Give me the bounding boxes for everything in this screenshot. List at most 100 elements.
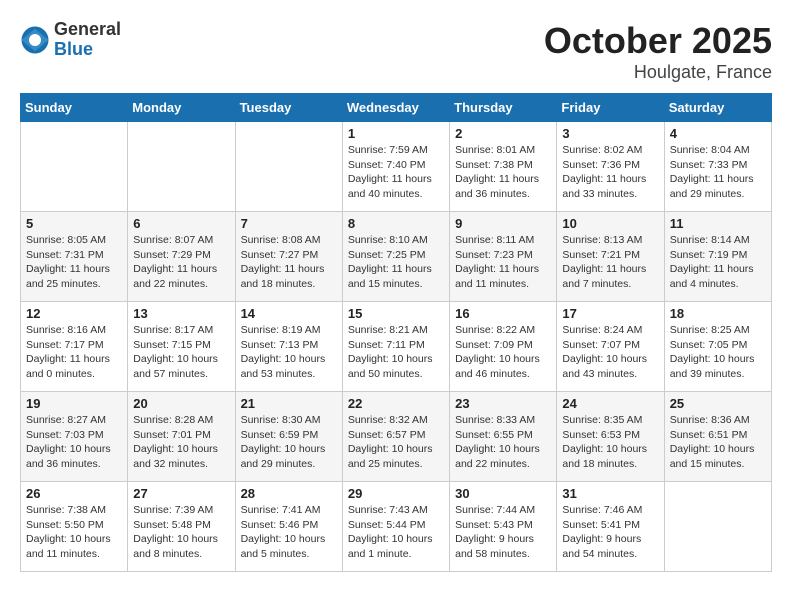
calendar-header-sunday: Sunday [21,94,128,122]
calendar-header-wednesday: Wednesday [342,94,449,122]
page-header: General Blue October 2025 Houlgate, Fran… [20,20,772,83]
calendar-header-friday: Friday [557,94,664,122]
day-info: Sunrise: 8:19 AMSunset: 7:13 PMDaylight:… [241,323,337,382]
calendar-cell: 14Sunrise: 8:19 AMSunset: 7:13 PMDayligh… [235,302,342,392]
day-number: 27 [133,486,229,501]
day-number: 20 [133,396,229,411]
day-number: 26 [26,486,122,501]
calendar-cell: 1 Sunrise: 7:59 AMSunset: 7:40 PMDaylight… [342,122,449,212]
calendar-cell [235,122,342,212]
calendar-cell: 21Sunrise: 8:30 AMSunset: 6:59 PMDayligh… [235,392,342,482]
page-title: October 2025 [544,20,772,62]
day-info: Sunrise: 8:24 AMSunset: 7:07 PMDaylight:… [562,323,658,382]
calendar-cell: 28 Sunrise: 7:41 AMSunset: 5:46 PMDayligh… [235,482,342,572]
day-info: Sunrise: 8:08 AMSunset: 7:27 PMDaylight:… [241,233,337,292]
calendar-week-4: 19 Sunrise: 8:27 AMSunset: 7:03 PMDayligh… [21,392,772,482]
calendar-cell: 20Sunrise: 8:28 AMSunset: 7:01 PMDayligh… [128,392,235,482]
day-info: Sunrise: 8:14 AMSunset: 7:19 PMDaylight:… [670,233,766,292]
calendar-cell: 22 Sunrise: 8:32 AMSunset: 6:57 PMDayligh… [342,392,449,482]
logo-blue: Blue [54,40,121,60]
day-number: 29 [348,486,444,501]
calendar-header-saturday: Saturday [664,94,771,122]
day-number: 5 [26,216,122,231]
day-info: Sunrise: 8:10 AMSunset: 7:25 PMDaylight:… [348,233,444,292]
calendar-cell: 29Sunrise: 7:43 AMSunset: 5:44 PMDayligh… [342,482,449,572]
calendar-cell: 2Sunrise: 8:01 AMSunset: 7:38 PMDaylight… [450,122,557,212]
calendar-week-3: 12Sunrise: 8:16 AMSunset: 7:17 PMDayligh… [21,302,772,392]
logo-text: General Blue [54,20,121,60]
day-number: 17 [562,306,658,321]
calendar-week-1: 1 Sunrise: 7:59 AMSunset: 7:40 PMDaylight… [21,122,772,212]
day-number: 8 [348,216,444,231]
day-number: 3 [562,126,658,141]
calendar-cell [21,122,128,212]
calendar-cell: 24Sunrise: 8:35 AMSunset: 6:53 PMDayligh… [557,392,664,482]
day-info: Sunrise: 8:27 AMSunset: 7:03 PMDaylight:… [26,413,122,472]
day-number: 6 [133,216,229,231]
calendar-cell: 16Sunrise: 8:22 AMSunset: 7:09 PMDayligh… [450,302,557,392]
day-number: 22 [348,396,444,411]
calendar-cell: 13Sunrise: 8:17 AMSunset: 7:15 PMDayligh… [128,302,235,392]
day-info: Sunrise: 8:17 AMSunset: 7:15 PMDaylight:… [133,323,229,382]
day-number: 15 [348,306,444,321]
calendar-cell [128,122,235,212]
day-info: Sunrise: 8:16 AMSunset: 7:17 PMDaylight:… [26,323,122,382]
calendar-header-thursday: Thursday [450,94,557,122]
day-number: 9 [455,216,551,231]
day-number: 31 [562,486,658,501]
day-info: Sunrise: 8:32 AMSunset: 6:57 PMDaylight:… [348,413,444,472]
day-info: Sunrise: 7:41 AMSunset: 5:46 PMDaylight:… [241,503,337,562]
day-number: 11 [670,216,766,231]
day-info: Sunrise: 8:07 AMSunset: 7:29 PMDaylight:… [133,233,229,292]
calendar-cell: 4Sunrise: 8:04 AMSunset: 7:33 PMDaylight… [664,122,771,212]
calendar-cell: 11 Sunrise: 8:14 AMSunset: 7:19 PMDayligh… [664,212,771,302]
day-info: Sunrise: 8:21 AMSunset: 7:11 PMDaylight:… [348,323,444,382]
day-info: Sunrise: 7:39 AMSunset: 5:48 PMDaylight:… [133,503,229,562]
day-number: 4 [670,126,766,141]
calendar-cell: 17 Sunrise: 8:24 AMSunset: 7:07 PMDayligh… [557,302,664,392]
day-info: Sunrise: 8:36 AMSunset: 6:51 PMDaylight:… [670,413,766,472]
calendar-cell: 25Sunrise: 8:36 AMSunset: 6:51 PMDayligh… [664,392,771,482]
logo-general: General [54,20,121,40]
day-info: Sunrise: 8:30 AMSunset: 6:59 PMDaylight:… [241,413,337,472]
calendar-cell: 23 Sunrise: 8:33 AMSunset: 6:55 PMDayligh… [450,392,557,482]
day-info: Sunrise: 7:59 AMSunset: 7:40 PMDaylight:… [348,143,444,202]
day-info: Sunrise: 8:11 AMSunset: 7:23 PMDaylight:… [455,233,551,292]
calendar-cell: 8 Sunrise: 8:10 AMSunset: 7:25 PMDaylight… [342,212,449,302]
day-number: 7 [241,216,337,231]
calendar-header-tuesday: Tuesday [235,94,342,122]
day-info: Sunrise: 8:05 AMSunset: 7:31 PMDaylight:… [26,233,122,292]
calendar-cell: 9 Sunrise: 8:11 AMSunset: 7:23 PMDaylight… [450,212,557,302]
day-number: 10 [562,216,658,231]
calendar-cell: 3Sunrise: 8:02 AMSunset: 7:36 PMDaylight… [557,122,664,212]
calendar-header-monday: Monday [128,94,235,122]
calendar-cell: 19 Sunrise: 8:27 AMSunset: 7:03 PMDayligh… [21,392,128,482]
day-number: 28 [241,486,337,501]
logo-icon [20,25,50,55]
day-number: 23 [455,396,551,411]
calendar-cell: 6 Sunrise: 8:07 AMSunset: 7:29 PMDaylight… [128,212,235,302]
title-block: October 2025 Houlgate, France [544,20,772,83]
day-info: Sunrise: 7:44 AMSunset: 5:43 PMDaylight:… [455,503,551,562]
day-number: 19 [26,396,122,411]
day-number: 30 [455,486,551,501]
logo: General Blue [20,20,121,60]
calendar-cell: 30 Sunrise: 7:44 AMSunset: 5:43 PMDayligh… [450,482,557,572]
page-subtitle: Houlgate, France [544,62,772,83]
day-info: Sunrise: 7:38 AMSunset: 5:50 PMDaylight:… [26,503,122,562]
day-info: Sunrise: 8:33 AMSunset: 6:55 PMDaylight:… [455,413,551,472]
calendar-cell: 26 Sunrise: 7:38 AMSunset: 5:50 PMDayligh… [21,482,128,572]
day-info: Sunrise: 8:22 AMSunset: 7:09 PMDaylight:… [455,323,551,382]
calendar-cell: 18 Sunrise: 8:25 AMSunset: 7:05 PMDayligh… [664,302,771,392]
calendar-week-5: 26 Sunrise: 7:38 AMSunset: 5:50 PMDayligh… [21,482,772,572]
calendar-cell: 31Sunrise: 7:46 AMSunset: 5:41 PMDayligh… [557,482,664,572]
calendar-cell: 10Sunrise: 8:13 AMSunset: 7:21 PMDayligh… [557,212,664,302]
day-number: 1 [348,126,444,141]
calendar-cell: 12Sunrise: 8:16 AMSunset: 7:17 PMDayligh… [21,302,128,392]
calendar-table: SundayMondayTuesdayWednesdayThursdayFrid… [20,93,772,572]
calendar-cell: 5 Sunrise: 8:05 AMSunset: 7:31 PMDaylight… [21,212,128,302]
day-number: 2 [455,126,551,141]
day-number: 18 [670,306,766,321]
day-info: Sunrise: 8:25 AMSunset: 7:05 PMDaylight:… [670,323,766,382]
calendar-cell: 7 Sunrise: 8:08 AMSunset: 7:27 PMDaylight… [235,212,342,302]
